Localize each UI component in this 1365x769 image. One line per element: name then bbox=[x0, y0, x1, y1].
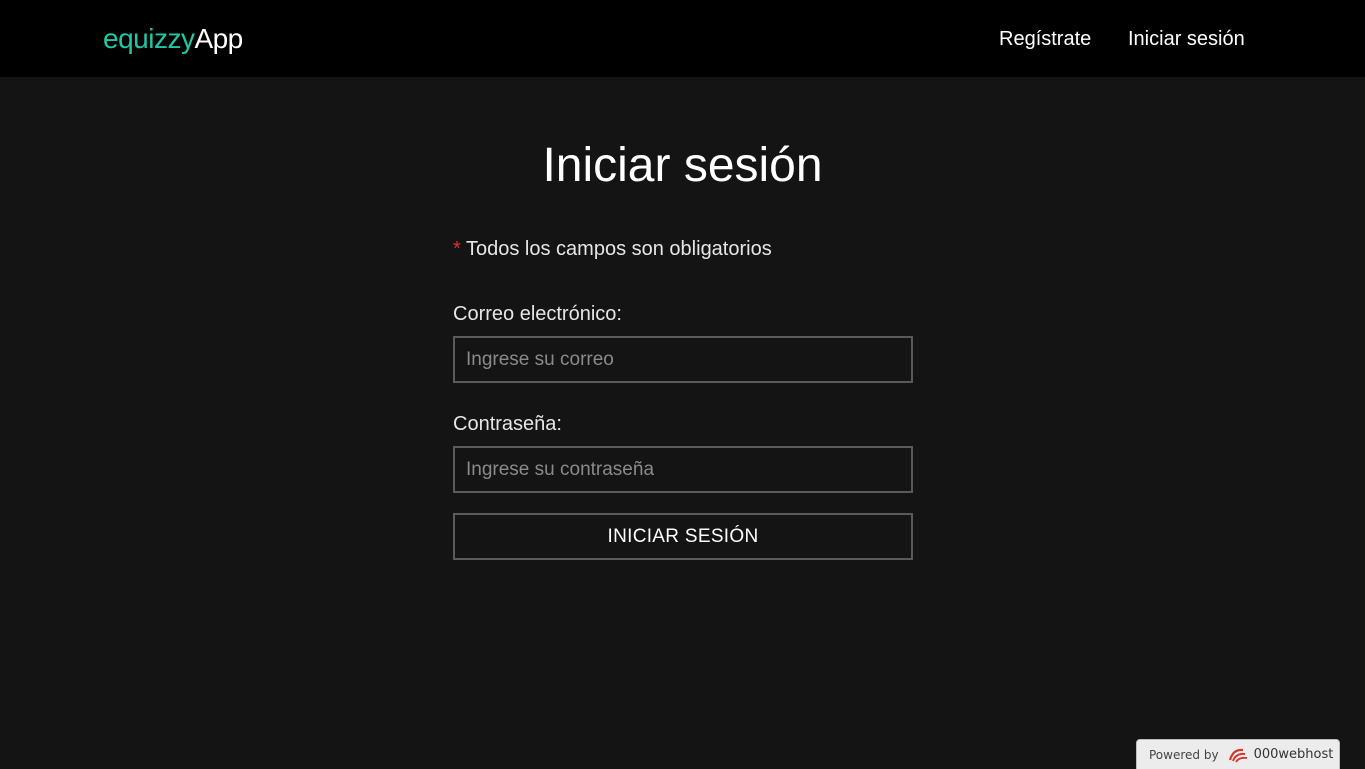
password-label: Contraseña: bbox=[453, 413, 562, 435]
brand-text-part1: equizzy bbox=[103, 23, 195, 54]
required-note-text: Todos los campos son obligatorios bbox=[460, 238, 772, 260]
nav-link-login[interactable]: Iniciar sesión bbox=[1128, 25, 1245, 53]
000webhost-logo-icon bbox=[1227, 746, 1249, 764]
email-label: Correo electrónico: bbox=[453, 303, 622, 325]
powered-by-badge[interactable]: Powered by 000webhost bbox=[1136, 739, 1340, 769]
host-name: 000webhost bbox=[1253, 747, 1334, 762]
password-input[interactable] bbox=[453, 446, 913, 493]
page-title: Iniciar sesión bbox=[542, 139, 823, 192]
powered-by-text: Powered by bbox=[1149, 747, 1219, 762]
top-navbar: equizzyApp Regístrate Iniciar sesión bbox=[0, 0, 1365, 77]
email-input[interactable] bbox=[453, 336, 913, 383]
required-fields-note: * Todos los campos son obligatorios bbox=[453, 236, 772, 262]
brand-text-part2: App bbox=[194, 23, 243, 54]
login-submit-button[interactable]: INICIAR SESIÓN bbox=[453, 513, 913, 560]
required-asterisk: * bbox=[453, 238, 461, 260]
brand-logo[interactable]: equizzyApp bbox=[103, 20, 243, 58]
nav-link-register[interactable]: Regístrate bbox=[999, 25, 1091, 53]
